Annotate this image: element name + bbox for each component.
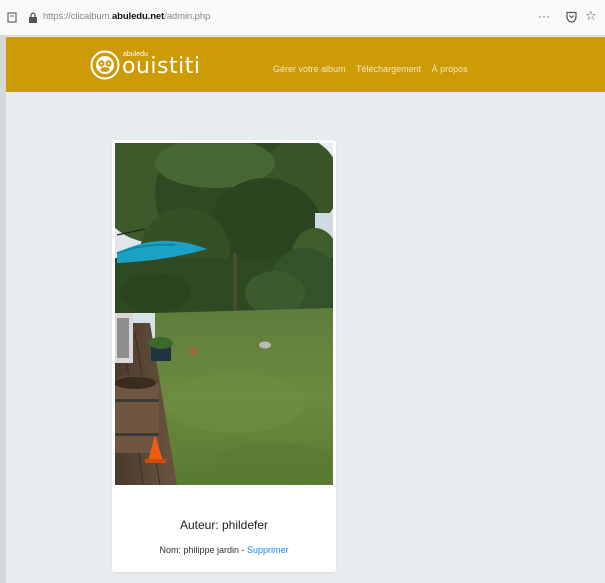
page-actions-menu-button[interactable]: ··· [538,9,550,23]
delete-photo-link[interactable]: Supprimer [247,545,289,555]
url-field[interactable]: https://clicalbum.abuledu.net/admin.php [43,11,210,22]
pocket-shield-icon[interactable] [566,11,577,23]
page-info-icon[interactable] [7,12,17,23]
page-left-edge [0,36,6,583]
site-header: abuledu ouistiti Gérer votre album Téléc… [6,37,605,92]
garden-photo[interactable] [115,143,333,485]
bookmark-star-icon[interactable]: ☆ [585,9,597,24]
logo-title: ouistiti [122,54,201,79]
photo-name-label: Nom: philippe jardin - [159,545,248,555]
site-logo[interactable]: abuledu ouistiti [90,49,235,81]
nav-manage-album[interactable]: Gérer votre album [273,64,346,74]
photo-card: Auteur: phildefer Nom: philippe jardin -… [112,140,336,572]
photo-author: Auteur: phildefer [179,518,269,532]
main-nav: Gérer votre album Téléchargement À propo… [273,64,476,74]
lock-icon[interactable] [28,12,38,23]
nav-download[interactable]: Téléchargement [356,64,421,74]
monkey-logo-icon [90,50,120,80]
browser-url-bar: https://clicalbum.abuledu.net/admin.php … [0,0,605,36]
nav-about[interactable]: À propos [432,64,468,74]
photo-name: Nom: philippe jardin - Supprimer [112,545,336,555]
garden-photo-image [115,143,333,485]
